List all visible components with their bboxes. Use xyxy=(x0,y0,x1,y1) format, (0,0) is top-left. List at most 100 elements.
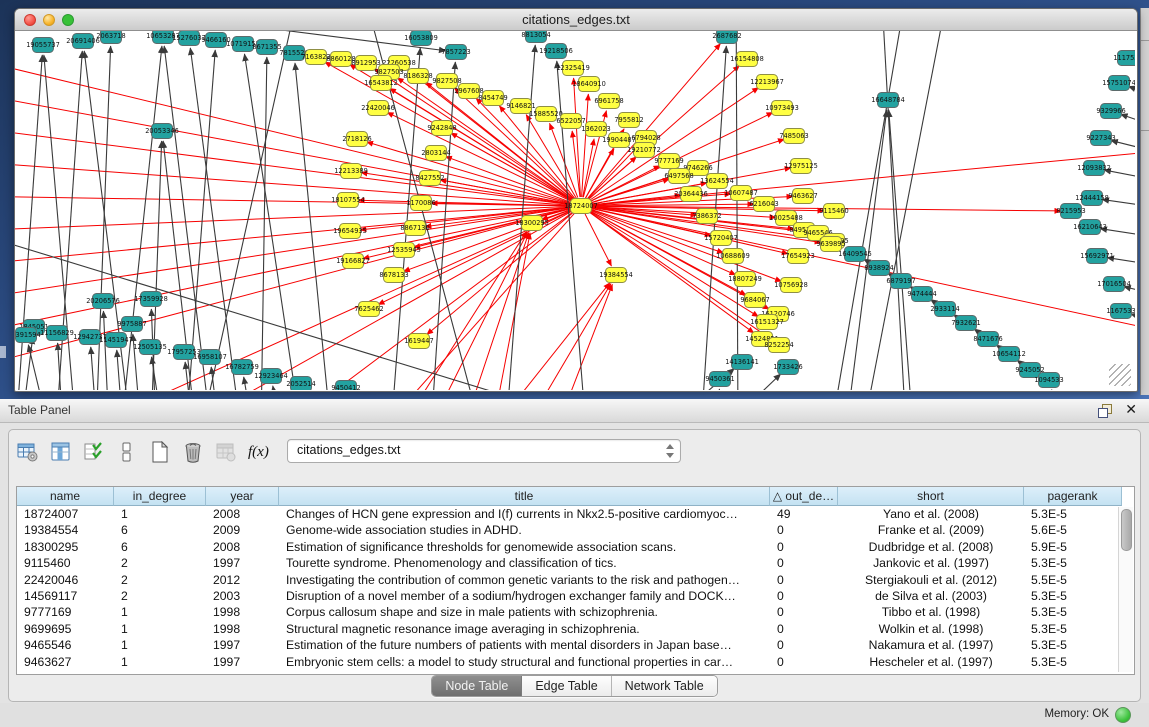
graph-node[interactable]: 1094533 xyxy=(1034,373,1063,388)
graph-node[interactable]: 9975887 xyxy=(117,317,146,332)
graph-node[interactable]: 6961758 xyxy=(594,94,623,109)
graph-node[interactable]: 8186328 xyxy=(403,69,432,84)
column-header-6[interactable]: pagerank xyxy=(1024,487,1122,506)
column-header-2[interactable]: year xyxy=(206,487,279,506)
graph-node[interactable]: 1117534 xyxy=(1113,51,1135,66)
table-row[interactable]: 1938455462009Genome-wide association stu… xyxy=(17,522,1134,538)
table-row[interactable]: 969969511998Structural magnetic resonanc… xyxy=(17,621,1134,637)
graph-node[interactable]: 9684067 xyxy=(740,293,769,308)
window-titlebar[interactable]: citations_edges.txt xyxy=(15,9,1137,31)
graph-node[interactable]: 16409545 xyxy=(838,247,872,262)
graph-node[interactable]: 1733426 xyxy=(773,360,802,375)
scrollbar-thumb[interactable] xyxy=(1121,509,1132,551)
network-canvas[interactable]: 1872400719055737206914062063718106532871… xyxy=(15,31,1135,390)
graph-node[interactable]: 19218506 xyxy=(539,44,573,59)
graph-node[interactable]: 8471676 xyxy=(973,332,1002,347)
graph-node[interactable]: 2687682 xyxy=(712,31,741,44)
graph-node[interactable]: 7955812 xyxy=(614,113,643,128)
table-panel-header[interactable]: Table Panel ✕ xyxy=(0,399,1149,423)
graph-node[interactable]: 9242848 xyxy=(427,121,456,136)
graph-node[interactable]: 19654935 xyxy=(333,224,367,239)
graph-node[interactable]: 9227343 xyxy=(1086,131,1115,146)
graph-node[interactable]: 1362023 xyxy=(581,122,610,137)
table-row[interactable]: 977716911998Corpus callosum shape and si… xyxy=(17,604,1134,620)
graph-node[interactable]: 1170086 xyxy=(406,196,435,211)
graph-node[interactable]: 17016504 xyxy=(1097,277,1131,292)
graph-node[interactable]: 8678133 xyxy=(379,268,408,283)
tab-node-table[interactable]: Node Table xyxy=(432,676,522,696)
tab-network-table[interactable]: Network Table xyxy=(612,676,717,696)
tab-edge-table[interactable]: Edge Table xyxy=(522,676,611,696)
graph-node[interactable]: 17654923 xyxy=(781,249,815,264)
graph-node[interactable]: 12213967 xyxy=(750,75,784,90)
graph-node[interactable]: 6497568 xyxy=(664,169,693,184)
table-row[interactable]: 2242004622012Investigating the contribut… xyxy=(17,572,1134,588)
graph-node[interactable]: 1619447 xyxy=(404,334,433,349)
graph-node[interactable]: 12444158 xyxy=(1075,191,1109,206)
graph-node[interactable]: 8252254 xyxy=(764,338,793,353)
trash-icon[interactable] xyxy=(180,439,206,465)
graph-node[interactable]: 8867130 xyxy=(400,221,429,236)
close-panel-icon[interactable]: ✕ xyxy=(1125,401,1137,418)
graph-node[interactable]: 8938924 xyxy=(864,261,893,276)
table-columns-icon[interactable] xyxy=(48,439,74,465)
graph-node[interactable]: 8427552 xyxy=(415,171,444,186)
graph-node[interactable]: 9450412 xyxy=(331,381,360,391)
graph-node[interactable]: 9115460 xyxy=(819,204,848,219)
table-row[interactable]: 1872400712008Changes of HCN gene express… xyxy=(17,506,1134,522)
column-header-4[interactable]: △ out_de… xyxy=(770,487,838,506)
table-row[interactable]: 911546021997Tourette syndrome. Phenomeno… xyxy=(17,555,1134,571)
table-row[interactable]: 946362711997Embryonic stem cells: a mode… xyxy=(17,654,1134,670)
column-header-0[interactable]: name xyxy=(17,487,114,506)
graph-node[interactable]: 16210643 xyxy=(1073,220,1107,235)
graph-node[interactable]: 16648784 xyxy=(871,93,905,108)
graph-node[interactable]: 12923464 xyxy=(254,369,288,384)
graph-node[interactable]: 7386372 xyxy=(692,209,721,224)
graph-node[interactable]: 8215953 xyxy=(1056,204,1085,219)
graph-node[interactable]: 1167533 xyxy=(1106,304,1135,319)
graph-node[interactable]: 19210772 xyxy=(627,143,661,158)
graph-node[interactable]: 14136141 xyxy=(725,355,759,370)
network-view-window[interactable]: citations_edges.txt 18724007190557372069… xyxy=(14,8,1138,392)
graph-node[interactable]: 8813054 xyxy=(521,31,550,43)
graph-node[interactable]: 20364436 xyxy=(674,187,708,202)
graph-node[interactable]: 9463627 xyxy=(788,189,817,204)
memory-status-led-icon[interactable] xyxy=(1115,707,1131,723)
column-header-5[interactable]: short xyxy=(838,487,1024,506)
graph-node[interactable]: 15720407 xyxy=(704,231,738,246)
graph-node[interactable]: 10688609 xyxy=(716,249,750,264)
graph-node[interactable]: 6216043 xyxy=(749,197,778,212)
graph-node[interactable]: 12535945 xyxy=(387,243,421,258)
select-checks-icon[interactable] xyxy=(81,439,107,465)
graph-node[interactable]: 9777169 xyxy=(654,154,683,169)
graph-node[interactable]: 10654112 xyxy=(992,347,1026,362)
graph-node[interactable]: 7857223 xyxy=(441,45,470,60)
graph-node[interactable]: 7485063 xyxy=(779,129,808,144)
graph-node[interactable]: 19166827 xyxy=(336,254,370,269)
table-row[interactable]: 1830029562008Estimation of significance … xyxy=(17,539,1134,555)
graph-node[interactable]: 9474444 xyxy=(907,287,936,302)
graph-node[interactable]: 15692971 xyxy=(1080,249,1114,264)
graph-node[interactable]: 2933114 xyxy=(930,302,959,317)
graph-node[interactable]: 7932621 xyxy=(951,316,980,331)
table-scrollbar[interactable] xyxy=(1118,507,1133,672)
graph-node[interactable]: 10756928 xyxy=(774,278,808,293)
graph-node[interactable]: 6879197 xyxy=(886,274,915,289)
graph-node[interactable]: 9329966 xyxy=(1096,104,1125,119)
graph-node[interactable]: 9639895 xyxy=(816,237,845,252)
table-row[interactable]: 1456911722003Disruption of a novel membe… xyxy=(17,588,1134,604)
graph-node[interactable]: 18640910 xyxy=(572,77,606,92)
new-document-icon[interactable] xyxy=(147,439,173,465)
column-header-3[interactable]: title xyxy=(279,487,770,506)
graph-node[interactable]: 12505135 xyxy=(133,340,167,355)
table-settings-icon[interactable] xyxy=(15,439,41,465)
graph-node[interactable]: 15751074 xyxy=(1102,76,1135,91)
graph-node[interactable]: 12975125 xyxy=(784,159,818,174)
graph-node[interactable]: 19055737 xyxy=(26,38,60,53)
graph-node[interactable]: 2803144 xyxy=(421,146,450,161)
graph-node[interactable]: 2063718 xyxy=(96,31,125,44)
graph-node[interactable]: 7625462 xyxy=(354,302,383,317)
graph-node[interactable]: 12093832 xyxy=(1077,161,1111,176)
graph-node[interactable]: 8671355 xyxy=(252,40,281,55)
function-builder-icon[interactable]: f(x) xyxy=(248,444,269,461)
